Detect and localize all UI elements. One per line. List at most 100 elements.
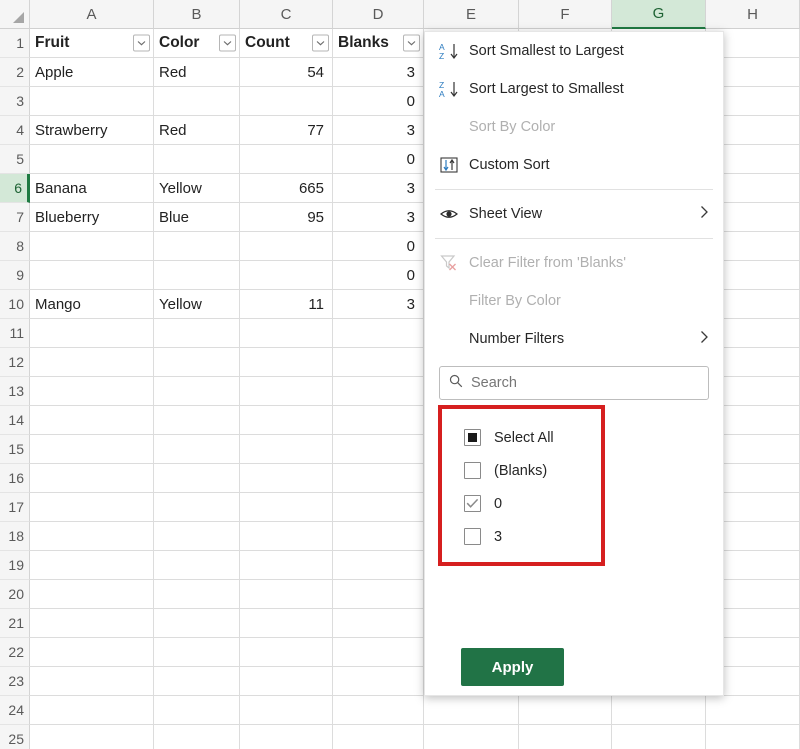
cell[interactable] <box>333 319 424 348</box>
cell[interactable] <box>240 609 333 638</box>
cell[interactable]: Banana <box>30 174 154 203</box>
row-header-17[interactable]: 17 <box>0 493 30 522</box>
column-header-g[interactable]: G <box>612 0 706 29</box>
row-header-25[interactable]: 25 <box>0 725 30 749</box>
cell[interactable] <box>333 348 424 377</box>
row-header-7[interactable]: 7 <box>0 203 30 232</box>
cell[interactable] <box>154 667 240 696</box>
column-header-b[interactable]: B <box>154 0 240 29</box>
cell[interactable]: 0 <box>333 87 424 116</box>
cell[interactable] <box>154 464 240 493</box>
cell[interactable] <box>30 319 154 348</box>
cell[interactable] <box>154 145 240 174</box>
row-header-21[interactable]: 21 <box>0 609 30 638</box>
cell[interactable] <box>240 87 333 116</box>
column-header-a[interactable]: A <box>30 0 154 29</box>
column-header-d[interactable]: D <box>333 0 424 29</box>
cell[interactable] <box>30 551 154 580</box>
cell[interactable] <box>333 377 424 406</box>
cell[interactable] <box>30 406 154 435</box>
cell[interactable]: 54 <box>240 58 333 87</box>
row-header-24[interactable]: 24 <box>0 696 30 725</box>
cell[interactable] <box>240 580 333 609</box>
cell[interactable]: Apple <box>30 58 154 87</box>
cell[interactable] <box>30 667 154 696</box>
cell[interactable] <box>240 348 333 377</box>
row-header-10[interactable]: 10 <box>0 290 30 319</box>
cell[interactable]: Blanks <box>333 29 424 58</box>
cell[interactable] <box>240 493 333 522</box>
cell[interactable] <box>30 638 154 667</box>
row-header-12[interactable]: 12 <box>0 348 30 377</box>
cell[interactable] <box>333 725 424 749</box>
filter-dropdown-button[interactable] <box>403 34 420 52</box>
cell[interactable] <box>30 261 154 290</box>
cell[interactable] <box>333 522 424 551</box>
cell[interactable]: 3 <box>333 174 424 203</box>
cell[interactable] <box>154 638 240 667</box>
filter-search-box[interactable]: Search <box>439 366 709 400</box>
row-header-2[interactable]: 2 <box>0 58 30 87</box>
cell[interactable] <box>333 464 424 493</box>
cell[interactable]: 0 <box>333 261 424 290</box>
menu-item-sort-smallest-to-largest[interactable]: A Z Sort Smallest to Largest <box>425 32 723 70</box>
column-header-h[interactable]: H <box>706 0 800 29</box>
cell[interactable]: 3 <box>333 116 424 145</box>
cell[interactable]: Strawberry <box>30 116 154 145</box>
cell[interactable]: Red <box>154 58 240 87</box>
checkbox--blanks-[interactable] <box>464 462 481 479</box>
cell[interactable] <box>30 580 154 609</box>
cell[interactable] <box>154 580 240 609</box>
cell[interactable] <box>30 145 154 174</box>
filter-checkbox-row[interactable]: 0 <box>464 487 605 520</box>
cell[interactable] <box>154 435 240 464</box>
cell[interactable]: 0 <box>333 145 424 174</box>
cell[interactable] <box>240 667 333 696</box>
cell[interactable] <box>30 725 154 749</box>
filter-dropdown-button[interactable] <box>312 34 329 52</box>
cell[interactable] <box>333 638 424 667</box>
row-header-8[interactable]: 8 <box>0 232 30 261</box>
cell[interactable]: Color <box>154 29 240 58</box>
cell[interactable] <box>240 464 333 493</box>
cell[interactable] <box>154 261 240 290</box>
filter-dropdown-button[interactable] <box>133 34 150 52</box>
cell[interactable]: 665 <box>240 174 333 203</box>
cell[interactable] <box>30 696 154 725</box>
cell[interactable]: Mango <box>30 290 154 319</box>
cell[interactable] <box>519 696 612 725</box>
cell[interactable] <box>424 696 519 725</box>
row-header-13[interactable]: 13 <box>0 377 30 406</box>
cell[interactable] <box>240 406 333 435</box>
column-header-c[interactable]: C <box>240 0 333 29</box>
cell[interactable]: 11 <box>240 290 333 319</box>
cell[interactable]: Fruit <box>30 29 154 58</box>
row-header-19[interactable]: 19 <box>0 551 30 580</box>
cell[interactable] <box>154 696 240 725</box>
cell[interactable] <box>154 232 240 261</box>
cell[interactable] <box>333 493 424 522</box>
menu-item-custom-sort[interactable]: Custom Sort <box>425 146 723 184</box>
cell[interactable]: 3 <box>333 290 424 319</box>
row-header-5[interactable]: 5 <box>0 145 30 174</box>
cell[interactable] <box>30 87 154 116</box>
cell[interactable] <box>333 696 424 725</box>
row-header-15[interactable]: 15 <box>0 435 30 464</box>
cell[interactable]: Yellow <box>154 174 240 203</box>
menu-item-sort-largest-to-smallest[interactable]: Z A Sort Largest to Smallest <box>425 70 723 108</box>
checkbox-0[interactable] <box>464 495 481 512</box>
cell[interactable] <box>30 609 154 638</box>
column-header-f[interactable]: F <box>519 0 612 29</box>
row-header-22[interactable]: 22 <box>0 638 30 667</box>
cell[interactable] <box>154 609 240 638</box>
cell[interactable] <box>240 319 333 348</box>
cell[interactable] <box>240 522 333 551</box>
cell[interactable]: Blueberry <box>30 203 154 232</box>
cell[interactable] <box>706 696 800 725</box>
cell[interactable] <box>30 232 154 261</box>
row-header-14[interactable]: 14 <box>0 406 30 435</box>
cell[interactable]: 77 <box>240 116 333 145</box>
cell[interactable] <box>154 87 240 116</box>
menu-item-number-filters[interactable]: Number Filters <box>425 320 723 358</box>
row-header-4[interactable]: 4 <box>0 116 30 145</box>
